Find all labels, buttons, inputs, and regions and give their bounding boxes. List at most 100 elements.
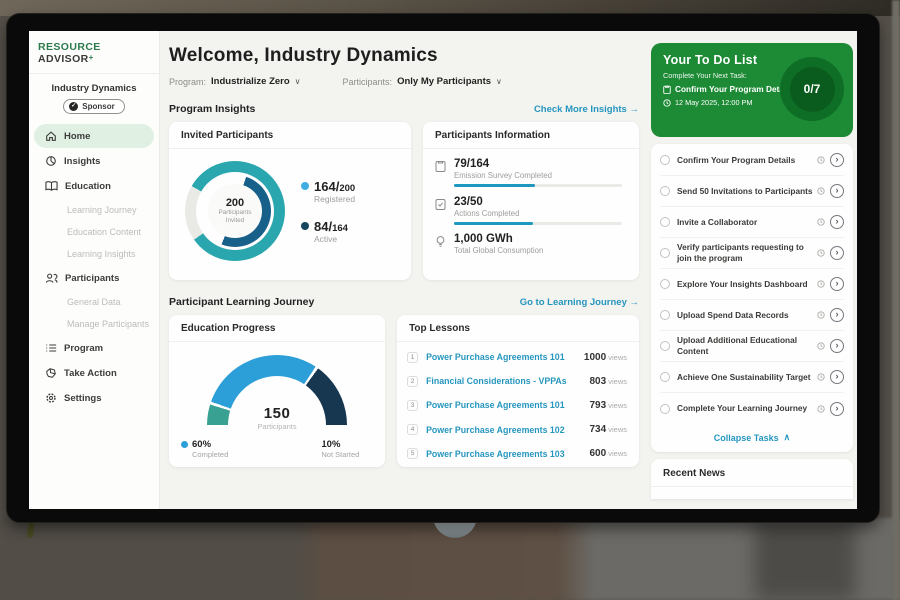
- program-filter[interactable]: Program: Industrialize Zero ∨: [169, 76, 301, 87]
- logo-plus: +: [89, 53, 94, 62]
- task-checkbox[interactable]: [660, 279, 670, 289]
- top-lessons-card: Top Lessons 1 Power Purchase Agreements …: [397, 315, 639, 467]
- recent-news-title: Recent News: [651, 459, 853, 487]
- sponsor-badge[interactable]: ✓ Sponsor: [63, 99, 124, 114]
- sidebar-item-general-data[interactable]: General Data: [34, 291, 154, 313]
- legend-item-active: 84/164 Active: [301, 219, 355, 244]
- sponsor-badge-label: Sponsor: [82, 102, 114, 111]
- chevron-right-icon[interactable]: ›: [830, 277, 844, 291]
- sidebar-item-home[interactable]: Home: [34, 124, 154, 148]
- bulb-icon: [435, 233, 446, 255]
- sidebar: RESOURCE ADVISOR+ Industry Dynamics ✓ Sp…: [29, 31, 160, 509]
- participants-filter[interactable]: Participants: Only My Participants ∨: [343, 76, 502, 87]
- task-label: Confirm Your Program Details: [677, 155, 813, 166]
- chevron-right-icon[interactable]: ›: [830, 246, 844, 260]
- learning-journey-title: Participant Learning Journey: [169, 296, 314, 308]
- todo-progress-value: 0/7: [790, 67, 835, 112]
- sidebar-item-learning-insights[interactable]: Learning Insights: [34, 243, 154, 265]
- card-title: Education Progress: [169, 315, 385, 342]
- sidebar-item-education[interactable]: Education: [34, 174, 154, 198]
- check-more-insights-link[interactable]: Check More Insights →: [534, 104, 639, 115]
- sidebar-item-insights[interactable]: Insights: [34, 149, 154, 173]
- task-row[interactable]: Invite a Collaborator ›: [660, 207, 844, 238]
- lesson-link[interactable]: Power Purchase Agreements 101: [426, 400, 589, 410]
- gauge-center-label: Participants: [203, 422, 351, 431]
- lesson-link[interactable]: Power Purchase Agreements 103: [426, 449, 589, 459]
- go-to-learning-journey-link[interactable]: Go to Learning Journey →: [520, 297, 639, 308]
- task-checkbox[interactable]: [660, 341, 670, 351]
- card-title: Participants Information: [423, 122, 639, 149]
- lesson-rank: 1: [407, 352, 418, 363]
- legend-value: 84/164: [314, 219, 348, 234]
- sidebar-item-label: Manage Participants: [67, 319, 149, 329]
- clock-icon: [817, 342, 825, 350]
- sidebar-item-education-content[interactable]: Education Content: [34, 221, 154, 243]
- learning-journey-header: Participant Learning Journey Go to Learn…: [169, 296, 639, 308]
- task-checkbox[interactable]: [660, 217, 670, 227]
- backdrop-wall-right: [892, 0, 900, 600]
- chevron-right-icon[interactable]: ›: [830, 184, 844, 198]
- lesson-link[interactable]: Financial Considerations - VPPAs: [426, 376, 589, 386]
- task-row[interactable]: Complete Your Learning Journey ›: [660, 393, 844, 424]
- todo-progress-ring: 0/7: [780, 57, 844, 121]
- progress-bar: [454, 222, 622, 225]
- people-icon: [45, 272, 58, 284]
- program-filter-label: Program:: [169, 77, 206, 87]
- task-checkbox[interactable]: [660, 310, 670, 320]
- todo-due-label: 12 May 2025, 12:00 PM: [675, 98, 752, 107]
- sidebar-item-label: Learning Insights: [67, 249, 136, 259]
- task-row[interactable]: Achieve One Sustainability Target ›: [660, 362, 844, 393]
- sidebar-item-take-action[interactable]: Take Action: [34, 361, 154, 385]
- lesson-views: 734 views: [589, 424, 627, 435]
- legend-dot: [301, 222, 309, 230]
- lesson-row: 3 Power Purchase Agreements 101 793 view…: [397, 393, 639, 417]
- task-label: Upload Additional Educational Content: [677, 335, 813, 357]
- logo-primary: RESOURCE: [38, 41, 101, 53]
- lesson-row: 5 Power Purchase Agreements 103 600 view…: [397, 442, 639, 466]
- page-title: Welcome, Industry Dynamics: [169, 45, 639, 67]
- sidebar-item-learning-journey[interactable]: Learning Journey: [34, 199, 154, 221]
- task-checkbox[interactable]: [660, 372, 670, 382]
- lesson-row: 4 Power Purchase Agreements 102 734 view…: [397, 418, 639, 442]
- task-row[interactable]: Upload Spend Data Records ›: [660, 300, 844, 331]
- stat-emission-survey: 79/164 Emission Survey Completed: [435, 158, 625, 187]
- task-row[interactable]: Send 50 Invitations to Participants ›: [660, 176, 844, 207]
- chevron-right-icon[interactable]: ›: [830, 339, 844, 353]
- collapse-tasks-link[interactable]: Collapse Tasks ∧: [660, 424, 844, 451]
- task-checkbox[interactable]: [660, 186, 670, 196]
- take-action-icon: [45, 367, 57, 379]
- clock-icon: [817, 187, 825, 195]
- task-checkbox[interactable]: [660, 248, 670, 258]
- stat-global-consumption: 1,000 GWh Total Global Consumption: [435, 233, 625, 255]
- lesson-link[interactable]: Power Purchase Agreements 102: [426, 425, 589, 435]
- clock-icon: [817, 218, 825, 226]
- sidebar-item-label: Participants: [65, 273, 119, 284]
- sidebar-item-program[interactable]: Program: [34, 336, 154, 360]
- sidebar-item-label: Home: [64, 131, 90, 142]
- task-label: Explore Your Insights Dashboard: [677, 279, 813, 290]
- task-row[interactable]: Confirm Your Program Details ›: [660, 145, 844, 176]
- sidebar-item-settings[interactable]: Settings: [34, 386, 154, 410]
- chevron-right-icon[interactable]: ›: [830, 153, 844, 167]
- donut-center: 200 ParticipantsInvited: [208, 184, 262, 238]
- lesson-link[interactable]: Power Purchase Agreements 101: [426, 352, 584, 362]
- clock-icon: [817, 311, 825, 319]
- task-row[interactable]: Upload Additional Educational Content ›: [660, 331, 844, 362]
- sidebar-item-label: Take Action: [64, 368, 117, 379]
- chevron-right-icon[interactable]: ›: [830, 402, 844, 416]
- sidebar-item-label: General Data: [67, 297, 121, 307]
- invited-participants-card: Invited Participants 200 ParticipantsInv…: [169, 122, 411, 280]
- task-row[interactable]: Verify participants requesting to join t…: [660, 238, 844, 269]
- lesson-views: 600 views: [589, 448, 627, 459]
- sidebar-item-label: Education: [65, 181, 111, 192]
- task-checkbox[interactable]: [660, 404, 670, 414]
- sidebar-item-manage-participants[interactable]: Manage Participants: [34, 313, 154, 335]
- participants-filter-value: Only My Participants: [397, 76, 491, 87]
- task-checkbox[interactable]: [660, 155, 670, 165]
- task-row[interactable]: Explore Your Insights Dashboard ›: [660, 269, 844, 300]
- chevron-right-icon[interactable]: ›: [830, 370, 844, 384]
- chevron-right-icon[interactable]: ›: [830, 215, 844, 229]
- chevron-right-icon[interactable]: ›: [830, 308, 844, 322]
- legend-value: 164/200: [314, 179, 355, 194]
- sidebar-item-participants[interactable]: Participants: [34, 266, 154, 290]
